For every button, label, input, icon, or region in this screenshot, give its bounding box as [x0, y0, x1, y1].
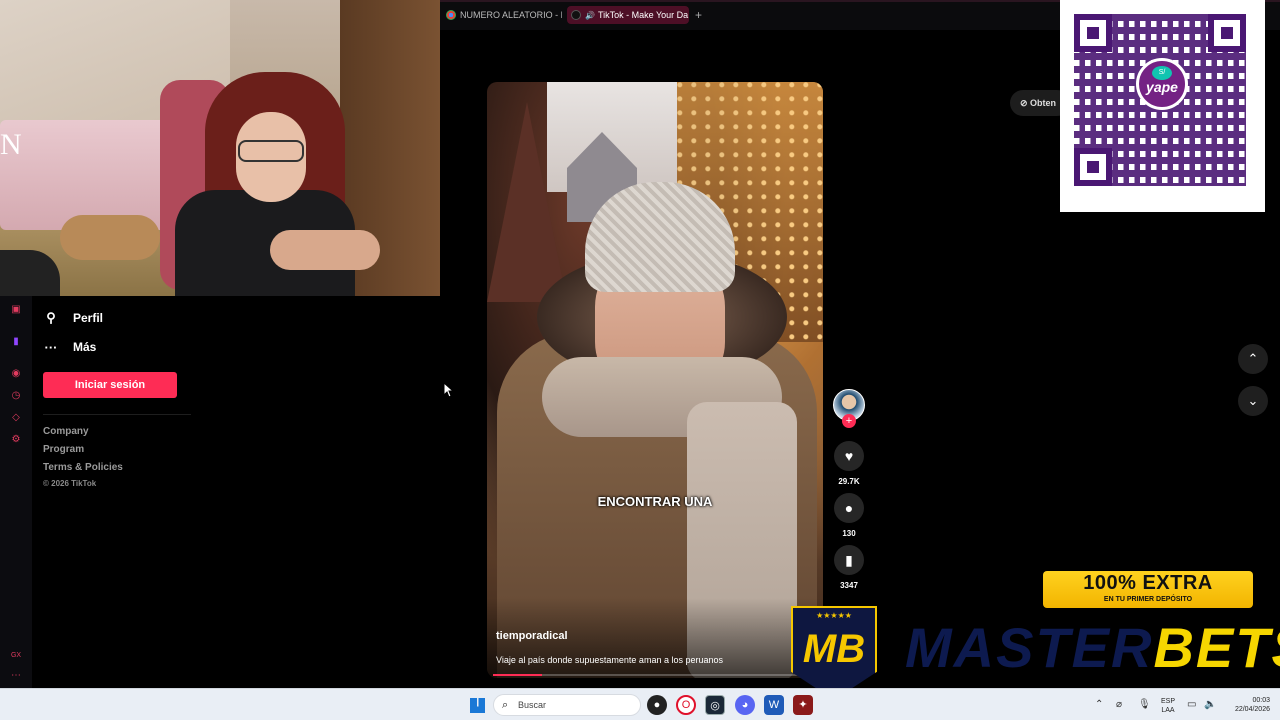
app-icon: ⊘ [1020, 98, 1031, 108]
player-icon[interactable]: ◉ [10, 368, 22, 380]
footer-link-company[interactable]: Company [43, 426, 89, 437]
new-tab-button[interactable]: + [695, 6, 702, 24]
promo-subtitle: EN TU PRIMER DEPÓSITO [1103, 596, 1193, 603]
tray-volume-icon[interactable]: 🔈 [1204, 699, 1216, 710]
language-indicator[interactable]: ESP LAA [1158, 697, 1178, 715]
tab-numero-aleatorio[interactable]: NUMERO ALEATORIO - Bu [442, 6, 562, 24]
video-player[interactable]: ENCONTRAR UNA tiemporadical Viaje al paí… [487, 82, 823, 678]
footer-link-terms[interactable]: Terms & Policies [43, 462, 123, 473]
tiktok-favicon-icon [571, 10, 581, 20]
person-icon: ⚲ [46, 310, 56, 325]
taskbar-app-opera-icon[interactable]: O [676, 695, 696, 715]
webcam-person-glasses [238, 140, 304, 162]
yape-sol-badge: S/ [1152, 66, 1172, 80]
opera-sidebar-rail: ▣ ▮ ◉ ◷ ◇ ⚙ GX ⋯ [0, 296, 32, 688]
webcam-bed [0, 120, 170, 230]
tray-chevron-up-icon[interactable]: ⌃ [1095, 699, 1103, 710]
sidebar-item-label: Más [73, 340, 97, 354]
history-icon[interactable]: ◷ [10, 390, 22, 402]
language-top: ESP [1160, 698, 1175, 705]
language-bottom: LAA [1161, 707, 1175, 714]
windows-start-icon[interactable] [470, 698, 485, 713]
comment-button[interactable]: ● [834, 493, 864, 523]
tab-label: NUMERO ALEATORIO - Bu [460, 10, 562, 20]
more-dots-icon: ··· [44, 339, 58, 355]
promo-headline: 100% EXTRA [1083, 572, 1213, 594]
tray-network-off-icon[interactable]: ⌀ [1116, 699, 1122, 710]
taskbar-clock[interactable]: 00:03 22/04/2026 [1222, 696, 1270, 714]
search-placeholder: Buscar [518, 700, 547, 710]
masterbets-word-master: MASTER [905, 616, 1154, 679]
video-author[interactable]: tiemporadical [496, 630, 568, 642]
chrome-favicon-icon [446, 10, 456, 20]
messenger-icon[interactable]: ▣ [10, 304, 22, 316]
previous-video-button[interactable]: ⌃ [1238, 344, 1268, 374]
webcam-dog [60, 215, 160, 260]
gx-icon[interactable]: GX [10, 650, 22, 662]
bookmark-icon: ▮ [845, 551, 853, 568]
tray-display-icon[interactable]: ▭ [1187, 699, 1196, 710]
taskbar-app-steam-icon[interactable]: ◎ [705, 695, 725, 715]
taskbar-app-dota-icon[interactable]: ✦ [793, 695, 813, 715]
get-app-label: Obten [1030, 98, 1057, 108]
tray-microphone-icon[interactable]: 🎙 [1138, 699, 1151, 710]
promo-banner: 100% EXTRA EN TU PRIMER DEPÓSITO [1043, 571, 1253, 608]
chevron-up-icon: ⌃ [1247, 351, 1259, 366]
save-button[interactable]: ▮ [834, 545, 864, 575]
settings-gear-icon[interactable]: ⚙ [10, 434, 22, 446]
yape-qr-overlay: yape S/ [1060, 0, 1265, 212]
masterbets-stars: ★★★★★ [816, 611, 852, 620]
search-icon: ⌕ [502, 699, 509, 711]
login-button[interactable]: Iniciar sesión [43, 372, 177, 398]
chat-icon[interactable]: ◇ [10, 412, 22, 424]
webcam-overlay: N [0, 0, 440, 296]
qr-finder-top-left [1074, 14, 1112, 52]
copyright-text: © 2026 TikTok [43, 479, 97, 488]
mouse-cursor-icon [443, 382, 453, 398]
heart-icon: ♥ [844, 448, 854, 464]
tab-label: TikTok - Make Your Da [597, 10, 689, 20]
masterbets-shield-text: MB [802, 627, 866, 671]
like-count: 29.7K [838, 477, 860, 486]
follow-plus-icon[interactable]: + [842, 414, 856, 428]
windows-taskbar: ⌕ Buscar ● O ◎ ◕ W ✦ ⌃ ⌀ 🎙 ESP LAA ▭ 🔈 0… [0, 688, 1280, 720]
webcam-overlay-letter: N [0, 128, 22, 161]
video-description: Viaje al país donde supuestamente aman a… [496, 655, 723, 665]
footer-link-program[interactable]: Program [43, 444, 84, 455]
like-button[interactable]: ♥ [834, 441, 864, 471]
taskbar-app-github-icon[interactable]: ● [647, 695, 667, 715]
sidebar-item-perfil[interactable]: ⚲ Perfil [43, 308, 103, 328]
masterbets-word-bets: BETS [1153, 616, 1280, 679]
sidebar-item-mas[interactable]: ··· Más [43, 337, 97, 357]
video-tower [487, 102, 567, 302]
chevron-down-icon: ⌄ [1247, 393, 1259, 408]
speaker-icon: 🔊 [585, 11, 595, 20]
clock-time: 00:03 [1252, 697, 1270, 704]
taskbar-app-word-icon[interactable]: W [764, 695, 784, 715]
sidebar-divider [43, 414, 191, 415]
more-icon[interactable]: ⋯ [10, 670, 22, 682]
save-count: 3347 [840, 581, 858, 590]
qr-finder-bottom-left [1074, 148, 1112, 186]
video-caption: ENCONTRAR UNA [597, 494, 713, 509]
comment-bubble-icon: ● [844, 500, 854, 516]
twitch-icon[interactable]: ▮ [10, 336, 22, 348]
tab-tiktok[interactable]: 🔊 TikTok - Make Your Da [567, 6, 689, 24]
clock-date: 22/04/2026 [1234, 706, 1270, 713]
qr-finder-top-right [1208, 14, 1246, 52]
sidebar-item-label: Perfil [73, 311, 104, 325]
taskbar-search-box[interactable]: ⌕ Buscar [493, 694, 641, 716]
next-video-button[interactable]: ⌄ [1238, 386, 1268, 416]
comment-count: 130 [842, 529, 856, 538]
webcam-person-arm [270, 230, 380, 270]
video-progress-bar[interactable] [493, 674, 817, 676]
masterbets-wordmark: MASTERBETS [905, 616, 1280, 680]
taskbar-app-discord-icon[interactable]: ◕ [735, 695, 755, 715]
screen: NUMERO ALEATORIO - Bu 🔊 TikTok - Make You… [0, 0, 1280, 720]
video-progress-fill [493, 674, 542, 676]
